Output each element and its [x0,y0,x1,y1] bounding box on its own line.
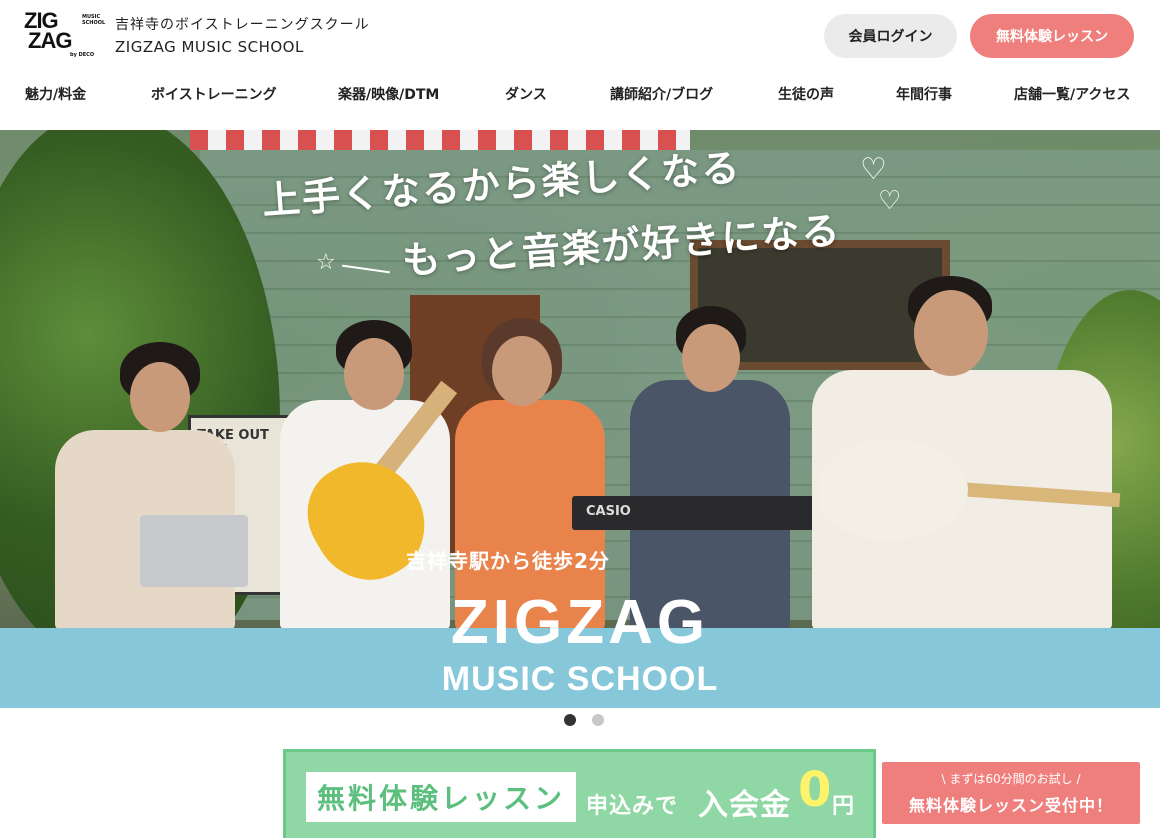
banner-trial-label: 無料体験レッスン [306,772,576,822]
hero-laptop [140,515,248,587]
nav-item-voice-training[interactable]: ボイストレーニング [151,84,277,104]
nav-item-pricing[interactable]: 魅力/料金 [25,84,86,104]
site-logo[interactable]: ZIG ZAG MUSIC SCHOOL by DECO [24,10,106,62]
side-cta-label: 無料体験レッスン受付中！ [908,796,1113,815]
star-icon: ☆ [316,250,336,275]
banner-apply-text: 申込みで [586,794,679,819]
logo-by-deco: by DECO [70,52,95,58]
hero-bass-guitar [818,440,968,540]
nav-item-instructors[interactable]: 講師紹介/ブログ [610,84,713,104]
nav-item-dance[interactable]: ダンス [505,84,547,104]
side-cta-subtext: \ まずは60分間のお試し / [941,772,1081,786]
nav-item-access[interactable]: 店舗一覧/アクセス [1014,84,1130,104]
nav-item-voices[interactable]: 生徒の声 [778,84,834,104]
keyboard-brand: CASIO [586,504,631,519]
site-header: ZIG ZAG MUSIC SCHOOL by DECO 吉祥寺のボイストレーニ… [0,0,1160,130]
member-login-button[interactable]: 会員ログイン [824,14,957,58]
site-tagline: 吉祥寺のボイストレーニングスクール [115,17,370,33]
logo-music-school: MUSIC SCHOOL [82,14,106,26]
side-trial-cta-button[interactable]: \ まずは60分間のお試し / 無料体験レッスン受付中！ [882,762,1140,824]
nav-item-instruments[interactable]: 楽器/映像/DTM [338,84,439,104]
free-trial-banner[interactable]: 無料体験レッスン 申込みで 入会金 0 円 [283,749,876,838]
free-trial-button[interactable]: 無料体験レッスン [970,14,1134,58]
hero-keyboard: CASIO [572,496,820,530]
heart-icon: ♡ [860,152,887,187]
banner-zero-text: 0 [798,762,832,818]
logo-text-zag: ZAG [28,28,72,53]
hero-slide[interactable]: TAKE OUT CAK CASIO 上手くなるから楽しくなる もっと音楽が好き… [0,130,1160,708]
carousel-dot-2[interactable] [592,714,604,726]
site-name: ZIGZAG MUSIC SCHOOL [115,38,304,56]
hero-station-text: 吉祥寺駅から徒歩2分 [406,549,610,573]
main-nav: 魅力/料金 ボイストレーニング 楽器/映像/DTM ダンス 講師紹介/ブログ 生… [0,80,1160,110]
carousel-dot-1[interactable] [564,714,576,726]
banner-fee-text: 入会金 [698,788,791,823]
hero-brand-title: ZIGZAG [450,588,710,657]
banner-yen-text: 円 [832,794,855,819]
hero-brand-subtitle: MUSIC SCHOOL [441,660,719,698]
heart-icon: ♡ [878,186,902,216]
nav-item-events[interactable]: 年間行事 [896,84,952,104]
